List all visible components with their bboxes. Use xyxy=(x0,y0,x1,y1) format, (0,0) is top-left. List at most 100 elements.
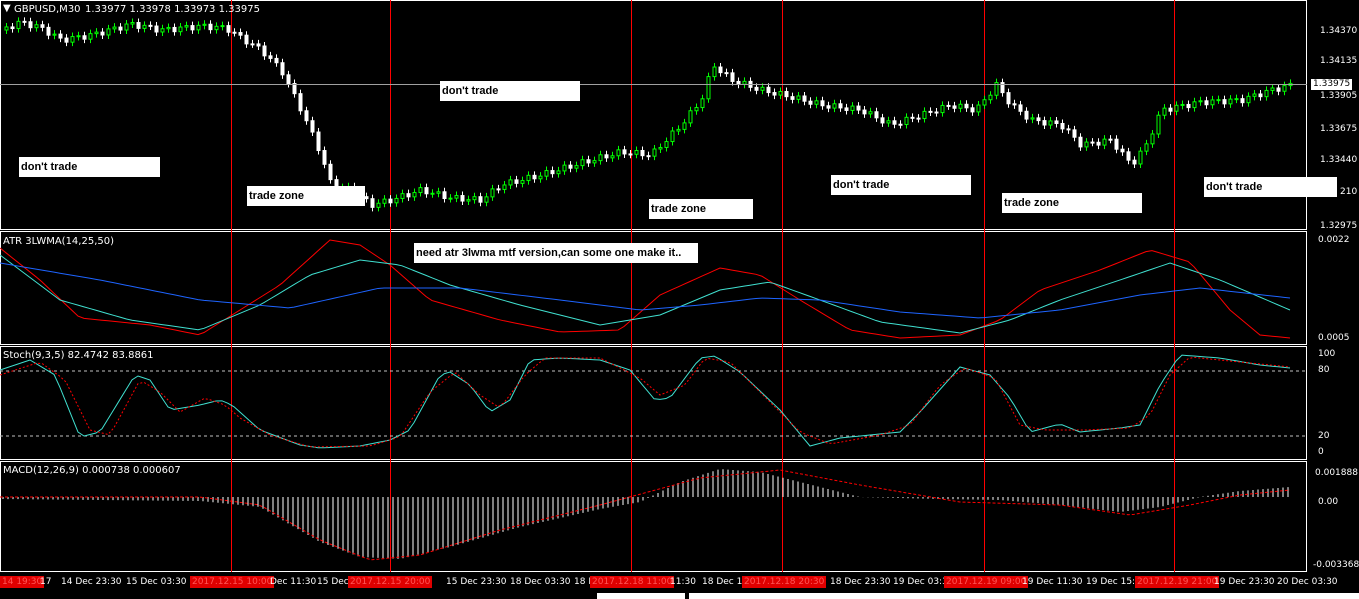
candle-body xyxy=(904,116,909,125)
candle-body xyxy=(784,91,789,98)
candle-body xyxy=(262,45,267,57)
candle-body xyxy=(886,120,891,124)
chart-canvas[interactable] xyxy=(0,0,1359,599)
candle-body xyxy=(238,32,243,36)
time-label: 19 Dec 15:3 xyxy=(1086,577,1141,587)
candle-body xyxy=(388,198,393,204)
candle-body xyxy=(1096,141,1101,146)
candle-body xyxy=(814,100,819,105)
chart-window[interactable]: ▼ GBPUSD,M30 1.33977 1.33978 1.33973 1.3… xyxy=(0,0,1359,599)
candle-body xyxy=(682,122,687,130)
candle-body xyxy=(970,107,975,113)
candle-body xyxy=(580,159,585,167)
candle-body xyxy=(280,62,285,76)
macd-tick: 0.00 xyxy=(1318,497,1339,507)
candle-body xyxy=(658,146,663,150)
candle-body xyxy=(310,120,315,133)
candle-body xyxy=(298,93,303,112)
time-highlight: 2017.12.19 09:00 xyxy=(944,576,1029,588)
candle-body xyxy=(364,196,369,200)
annotation-trade-zone[interactable]: trade zone xyxy=(247,186,365,206)
candle-body xyxy=(754,86,759,91)
candle-body xyxy=(1240,98,1245,104)
candle-body xyxy=(1282,85,1287,92)
candle-body xyxy=(118,26,123,31)
candle-body xyxy=(418,187,423,194)
candle-body xyxy=(412,192,417,198)
candle-body xyxy=(28,21,33,29)
candle-body xyxy=(34,24,39,29)
candle-body xyxy=(16,20,21,30)
candle-body xyxy=(1216,99,1221,102)
candle-body xyxy=(1144,143,1149,152)
annotation-trade-zone[interactable]: trade zone xyxy=(649,199,753,219)
candle-body xyxy=(712,66,717,78)
annotation-trade-zone[interactable]: trade zone xyxy=(1002,193,1142,213)
time-label: 19 Dec 23:30 xyxy=(1214,577,1275,587)
candle-body xyxy=(868,111,873,115)
candle-body xyxy=(964,103,969,109)
dropdown-triangle-icon[interactable]: ▼ xyxy=(3,3,11,14)
candle-body xyxy=(772,92,777,96)
candle-body xyxy=(112,26,117,30)
candle-body xyxy=(838,103,843,109)
candle-body xyxy=(226,25,231,33)
time-label: 11:30 xyxy=(670,577,696,587)
candle-body xyxy=(940,104,945,114)
candle-body xyxy=(292,83,297,95)
candle-body xyxy=(742,80,747,85)
annotation-dont-trade[interactable]: don't trade xyxy=(1204,177,1337,197)
time-highlight: 2017.12.18 20:30 xyxy=(742,576,827,588)
candle-body xyxy=(52,33,57,36)
candle-body xyxy=(544,170,549,177)
candle-body xyxy=(952,105,957,109)
candle-body xyxy=(550,170,555,175)
candle-body xyxy=(1084,141,1089,148)
candle-body xyxy=(472,196,477,201)
annotation-request-note[interactable]: need atr 3lwma mtf version,can some one … xyxy=(414,243,698,263)
candle-body xyxy=(604,154,609,159)
time-label: 17 xyxy=(40,577,52,587)
time-highlight: 2017.12.18 11:00 xyxy=(590,576,675,588)
candle-body xyxy=(1024,110,1029,120)
time-label: 14 Dec 23:30 xyxy=(61,577,122,587)
price-tick: 210 xyxy=(1340,187,1358,197)
candle-body xyxy=(406,193,411,198)
candle-body xyxy=(1078,136,1083,148)
pane-borders xyxy=(0,0,1307,572)
candle-body xyxy=(460,195,465,202)
candle-body xyxy=(1258,93,1263,98)
candle-body xyxy=(1270,87,1275,91)
time-label: 15 Dec xyxy=(317,577,349,587)
candle-body xyxy=(850,105,855,111)
price-tick: 1.32975 xyxy=(1320,221,1358,231)
candle-body xyxy=(142,24,147,29)
candle-body xyxy=(274,57,279,64)
candle-body xyxy=(946,104,951,107)
annotation-dont-trade[interactable]: don't trade xyxy=(831,175,971,195)
candle-body xyxy=(1126,151,1131,161)
candle-body xyxy=(916,117,921,120)
candle-body xyxy=(634,150,639,155)
candle-body xyxy=(796,95,801,100)
candle-body xyxy=(442,191,447,200)
candle-body xyxy=(802,95,807,102)
time-highlight: 2017.12.15 20:00 xyxy=(348,576,433,588)
candle-body xyxy=(1210,99,1215,106)
candle-body xyxy=(394,197,399,204)
candle-body xyxy=(40,24,45,28)
candle-body xyxy=(502,184,507,190)
annotation-dont-trade[interactable]: don't trade xyxy=(19,157,160,177)
candle-body xyxy=(844,107,849,111)
candle-body xyxy=(484,196,489,203)
candle-body xyxy=(856,105,861,111)
candle-body xyxy=(874,111,879,119)
candle-body xyxy=(778,91,783,96)
candle-body xyxy=(910,116,915,119)
candle-body xyxy=(808,100,813,105)
stoch-tick: 100 xyxy=(1318,349,1336,359)
candle-body xyxy=(928,110,933,113)
candle-body xyxy=(82,35,87,40)
candle-body xyxy=(1042,120,1047,126)
annotation-dont-trade[interactable]: don't trade xyxy=(440,81,580,101)
